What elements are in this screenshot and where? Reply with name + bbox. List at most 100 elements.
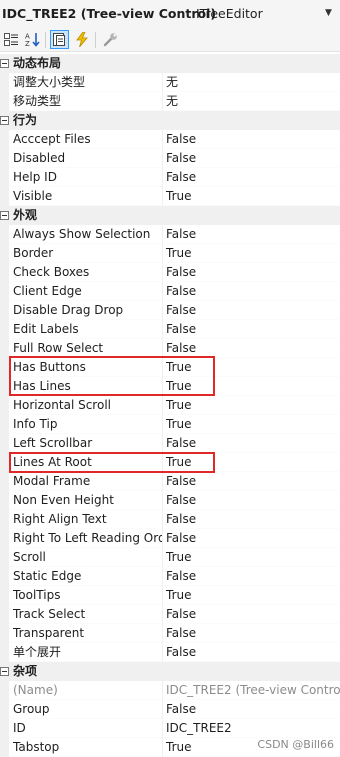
property-value[interactable]: True	[164, 396, 340, 415]
property-row[interactable]: Disable Drag Drop False	[0, 301, 340, 320]
property-row[interactable]: Static Edge False	[0, 567, 340, 586]
property-value[interactable]: False	[164, 567, 340, 586]
property-name: Always Show Selection	[0, 225, 163, 244]
property-row[interactable]: Help ID False	[0, 168, 340, 187]
category-label: 杂项	[13, 664, 38, 678]
property-value[interactable]: False	[164, 529, 340, 548]
property-row[interactable]: 调整大小类型无	[0, 73, 340, 92]
property-value[interactable]: False	[164, 301, 340, 320]
property-name: Transparent	[0, 624, 163, 643]
property-row[interactable]: Has Lines True	[0, 377, 340, 396]
property-value[interactable]: False	[164, 168, 340, 187]
object-selector[interactable]: IDC_TREE2 (Tree-view Control) ITreeEdito…	[0, 0, 340, 28]
collapse-toggle-icon[interactable]	[0, 116, 9, 125]
property-value[interactable]: False	[164, 491, 340, 510]
property-name: Non Even Height	[0, 491, 163, 510]
property-value[interactable]: False	[164, 510, 340, 529]
property-value[interactable]: True	[164, 244, 340, 263]
property-row[interactable]: 移动类型无	[0, 92, 340, 111]
category-row[interactable]: 杂项	[0, 662, 340, 681]
collapse-toggle-icon[interactable]	[0, 667, 9, 676]
chevron-down-icon[interactable]: ▼	[325, 8, 332, 18]
property-row[interactable]: Transparent False	[0, 624, 340, 643]
category-row[interactable]: 外观	[0, 206, 340, 225]
property-row[interactable]: Check Boxes False	[0, 263, 340, 282]
svg-text:Z: Z	[25, 40, 30, 47]
property-row[interactable]: Modal Frame False	[0, 472, 340, 491]
collapse-toggle-icon[interactable]	[0, 211, 9, 220]
property-row[interactable]: Horizontal Scroll True	[0, 396, 340, 415]
property-value[interactable]: False	[164, 643, 340, 662]
property-value[interactable]: 无	[164, 73, 340, 92]
property-value[interactable]: True	[164, 377, 340, 396]
property-value[interactable]: False	[164, 149, 340, 168]
property-name: Scroll	[0, 548, 163, 567]
property-value[interactable]: True	[164, 548, 340, 567]
property-value[interactable]: False	[164, 130, 340, 149]
sort-alphabetical-icon[interactable]: A Z	[23, 30, 42, 49]
properties-page-icon[interactable]	[50, 30, 69, 49]
property-value[interactable]: False	[164, 339, 340, 358]
category-row[interactable]: 行为	[0, 111, 340, 130]
property-toolbar: A Z	[0, 28, 340, 52]
property-value[interactable]: False	[164, 434, 340, 453]
property-value[interactable]: True	[164, 415, 340, 434]
property-name: Edit Labels	[0, 320, 163, 339]
property-value[interactable]: False	[164, 472, 340, 491]
property-row[interactable]: Right To Left Reading Order False	[0, 529, 340, 548]
property-value[interactable]: 无	[164, 92, 340, 111]
property-name: ToolTips	[0, 586, 163, 605]
property-row[interactable]: Edit Labels False	[0, 320, 340, 339]
property-row[interactable]: Info Tip True	[0, 415, 340, 434]
property-row[interactable]: Non Even Height False	[0, 491, 340, 510]
property-row[interactable]: Border True	[0, 244, 340, 263]
property-row[interactable]: Client Edge False	[0, 282, 340, 301]
property-value[interactable]: IDC_TREE2 (Tree-view Control)	[164, 681, 340, 700]
wrench-icon[interactable]	[101, 30, 120, 49]
property-grid: 动态布局 调整大小类型无移动类型无行为 Acccept Files False Disa…	[0, 54, 340, 757]
property-row[interactable]: Acccept Files False	[0, 130, 340, 149]
property-value[interactable]: False	[164, 700, 340, 719]
property-name: Has Lines	[0, 377, 163, 396]
property-value[interactable]: False	[164, 282, 340, 301]
property-value[interactable]: True	[164, 453, 340, 472]
property-name: Right Align Text	[0, 510, 163, 529]
property-row[interactable]: Track Select False	[0, 605, 340, 624]
property-row[interactable]: ToolTips True	[0, 586, 340, 605]
category-row[interactable]: 动态布局	[0, 54, 340, 73]
property-name: ID	[0, 719, 163, 738]
property-value[interactable]: False	[164, 605, 340, 624]
property-name: Left Scrollbar	[0, 434, 163, 453]
category-label: 动态布局	[13, 56, 62, 70]
property-value[interactable]: False	[164, 624, 340, 643]
property-row[interactable]: Always Show Selection False	[0, 225, 340, 244]
property-row[interactable]: Right Align Text False	[0, 510, 340, 529]
property-value[interactable]: True	[164, 358, 340, 377]
property-name: Has Buttons	[0, 358, 163, 377]
property-name: 调整大小类型	[0, 73, 163, 92]
property-row[interactable]: Has Buttons True	[0, 358, 340, 377]
property-row[interactable]: Group False	[0, 700, 340, 719]
property-row[interactable]: ID IDC_TREE2	[0, 719, 340, 738]
category-label: 外观	[13, 208, 38, 222]
collapse-toggle-icon[interactable]	[0, 59, 9, 68]
property-name: Right To Left Reading Order	[0, 529, 163, 548]
property-value[interactable]: IDC_TREE2	[164, 719, 340, 738]
property-value[interactable]: True	[164, 187, 340, 206]
events-lightning-icon[interactable]	[72, 30, 91, 49]
categorized-icon[interactable]	[2, 30, 21, 49]
property-name: Full Row Select	[0, 339, 163, 358]
property-row[interactable]: Visible True	[0, 187, 340, 206]
property-row[interactable]: Scroll True	[0, 548, 340, 567]
property-value[interactable]: False	[164, 225, 340, 244]
property-value[interactable]: True	[164, 586, 340, 605]
property-value[interactable]: False	[164, 320, 340, 339]
property-name: Client Edge	[0, 282, 163, 301]
property-row[interactable]: Lines At Root True	[0, 453, 340, 472]
property-row[interactable]: Full Row Select False	[0, 339, 340, 358]
property-row[interactable]: Disabled False	[0, 149, 340, 168]
property-row[interactable]: Left Scrollbar False	[0, 434, 340, 453]
property-row[interactable]: (Name) IDC_TREE2 (Tree-view Control)	[0, 681, 340, 700]
property-row[interactable]: 单个展开 False	[0, 643, 340, 662]
property-value[interactable]: False	[164, 263, 340, 282]
